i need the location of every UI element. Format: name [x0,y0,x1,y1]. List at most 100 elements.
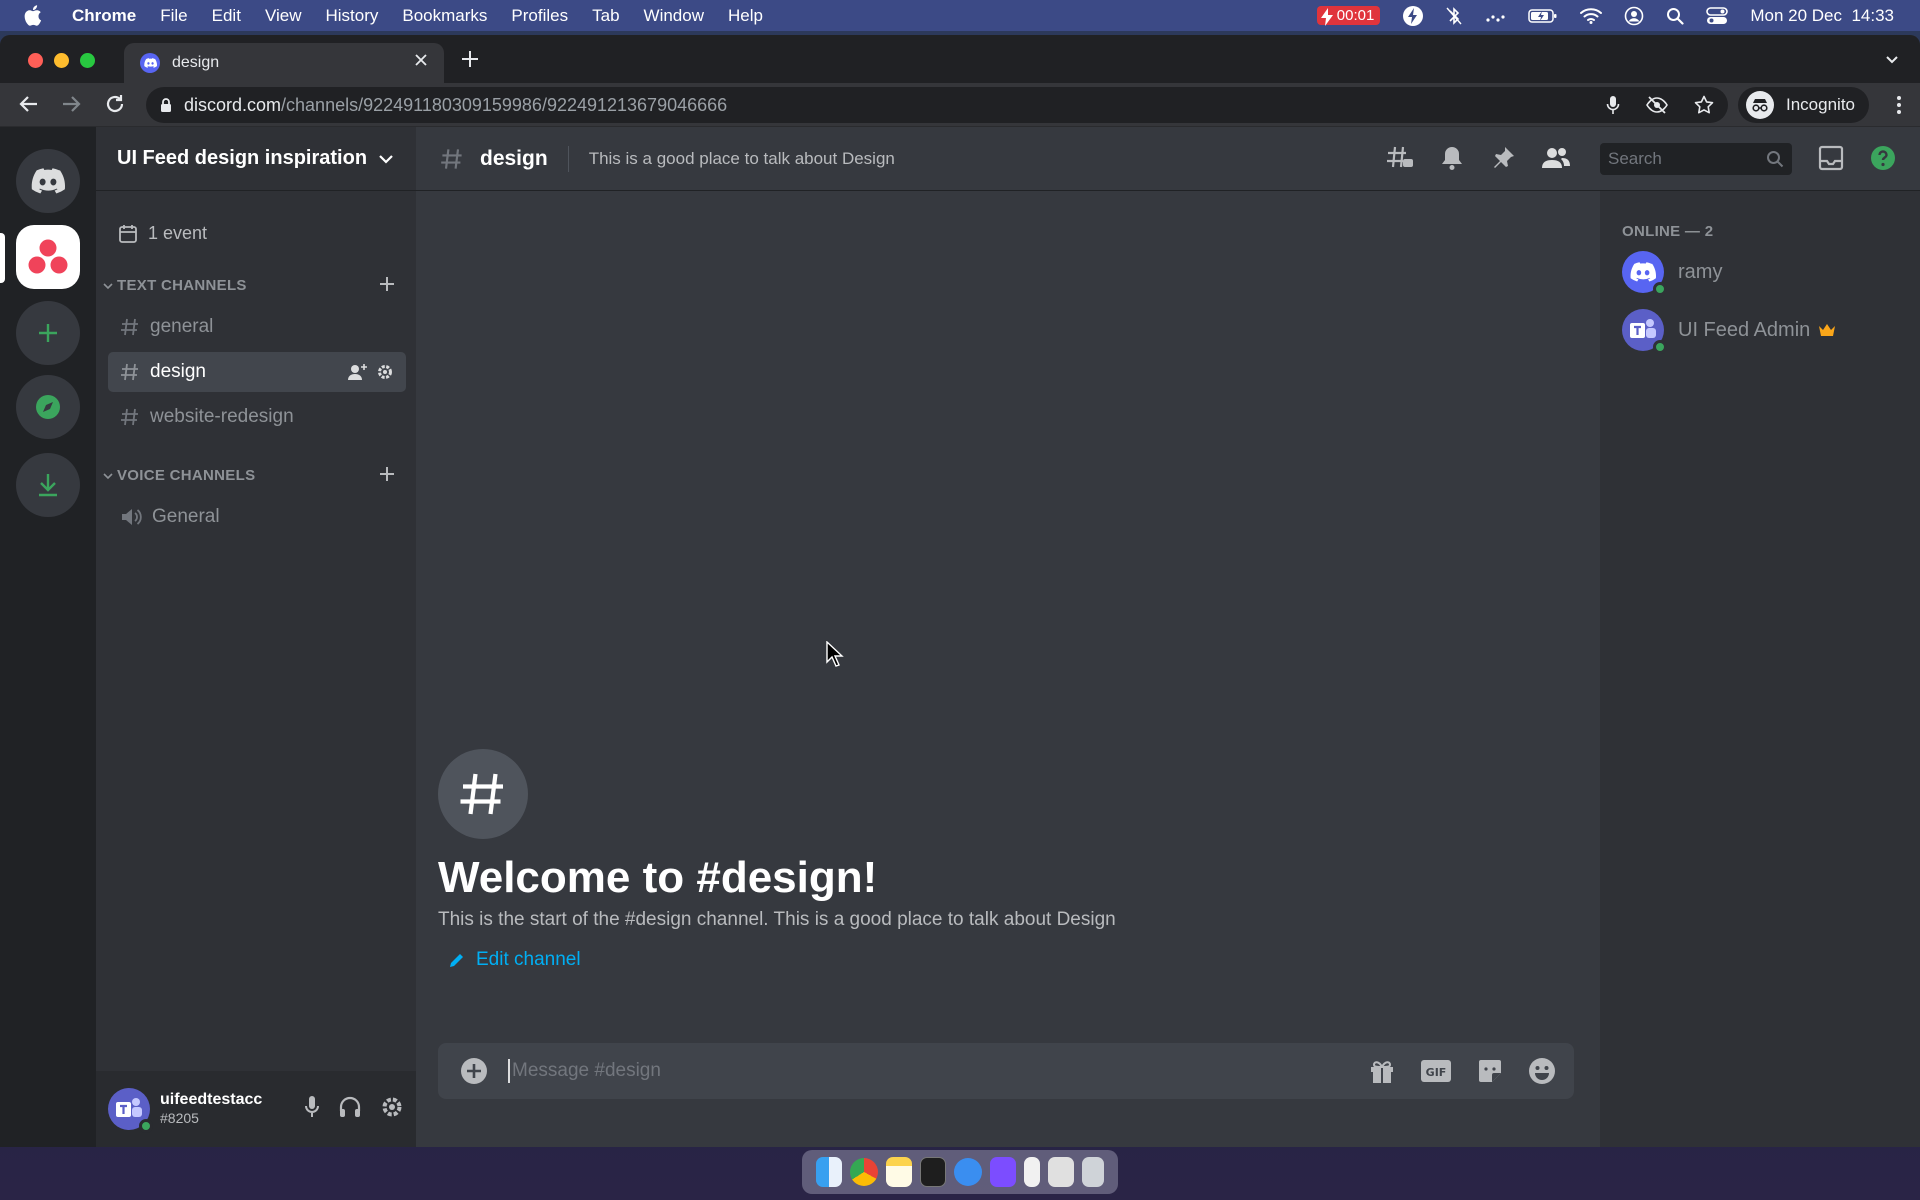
clock[interactable]: Mon 20 Dec 14:33 [1750,6,1894,26]
minimize-window-button[interactable] [54,53,69,68]
menu-window[interactable]: Window [644,6,704,26]
close-tab-icon[interactable] [414,53,428,67]
document-icon[interactable] [1024,1157,1040,1187]
threads-icon[interactable] [1386,145,1414,171]
pin-icon[interactable] [1490,145,1516,171]
voice-channel-general[interactable]: General [108,497,406,537]
menu-file[interactable]: File [160,6,187,26]
recording-indicator[interactable]: 00:01 [1316,6,1381,26]
address-bar[interactable]: discord.com/channels/922491180309159986/… [146,87,1728,123]
menu-help[interactable]: Help [728,6,763,26]
message-input[interactable]: Message #design [508,1059,661,1083]
tab-search-chevron-icon[interactable] [1884,51,1900,67]
menu-bookmarks[interactable]: Bookmarks [402,6,487,26]
download-apps-button[interactable] [16,453,80,517]
control-center-icon[interactable] [1706,6,1729,25]
channel-design[interactable]: design [108,352,406,392]
sticker-icon[interactable] [1476,1057,1504,1085]
eye-off-icon[interactable] [1646,95,1668,115]
menu-bar: Chrome File Edit View History Bookmarks … [0,0,1920,31]
menu-view[interactable]: View [265,6,302,26]
channel-website-redesign[interactable]: website-redesign [108,397,406,437]
gear-icon[interactable] [380,1095,404,1119]
server-ui-feed[interactable] [16,225,80,289]
category-label: TEXT CHANNELS [117,277,247,294]
reload-icon[interactable] [104,93,126,115]
chrome-icon[interactable] [850,1158,878,1186]
apple-icon[interactable] [24,5,54,26]
gif-icon[interactable]: GIF [1420,1057,1452,1085]
create-channel-plus-icon[interactable] [378,465,396,483]
message-composer[interactable]: Message #design GIF [438,1043,1574,1099]
browser-menu-icon[interactable] [1896,95,1902,115]
help-icon[interactable] [1870,145,1896,171]
search-input[interactable]: Search [1600,143,1792,175]
channel-general[interactable]: general [108,307,406,347]
bell-icon[interactable] [1440,145,1464,171]
forward-icon[interactable] [60,93,82,115]
bluetooth-off-icon[interactable] [1446,6,1462,26]
terminal-icon[interactable] [920,1157,946,1187]
lightning-icon [1320,8,1333,26]
avatar[interactable] [108,1088,153,1133]
wifi-icon[interactable] [1580,7,1603,24]
pencil-icon [450,954,463,967]
svg-text:GIF: GIF [1426,1066,1447,1079]
category-label: VOICE CHANNELS [117,467,256,484]
microphone-icon[interactable] [304,1095,320,1119]
user-circle-icon[interactable] [1624,6,1644,26]
back-icon[interactable] [18,93,40,115]
microphone-icon[interactable] [1606,95,1620,115]
dots-icon[interactable] [1484,8,1506,24]
online-status-dot [139,1119,153,1133]
app-icon[interactable] [1048,1157,1074,1187]
menu-history[interactable]: History [325,6,378,26]
welcome-title: Welcome to #design! [438,853,878,902]
channel-topic[interactable]: This is a good place to talk about Desig… [589,149,895,169]
app-icon[interactable] [990,1157,1016,1187]
menu-app-name[interactable]: Chrome [72,6,136,26]
channel-name: general [150,316,214,337]
browser-toolbar: discord.com/channels/922491180309159986/… [0,83,1920,127]
close-window-button[interactable] [28,53,43,68]
text-channels-category[interactable]: TEXT CHANNELS [102,277,394,294]
voice-channels-category[interactable]: VOICE CHANNELS [102,467,394,484]
lock-icon[interactable] [160,97,172,113]
gear-icon[interactable] [376,363,394,381]
finder-icon[interactable] [816,1157,842,1187]
menu-edit[interactable]: Edit [212,6,241,26]
home-button[interactable] [16,149,80,213]
incognito-profile-button[interactable]: Incognito [1738,87,1869,123]
members-icon[interactable] [1542,146,1570,170]
url-path: /channels/922491180309159986/92249121367… [281,94,728,115]
menu-profiles[interactable]: Profiles [511,6,568,26]
battery-icon[interactable] [1528,8,1558,24]
safari-icon[interactable] [954,1158,982,1186]
create-channel-plus-icon[interactable] [378,275,396,293]
zoom-window-button[interactable] [80,53,95,68]
member-item[interactable]: ramy [1622,251,1722,296]
events-button[interactable]: 1 event [118,223,207,244]
new-tab-icon[interactable] [460,49,480,69]
spotlight-search-icon[interactable] [1666,7,1684,25]
username: uifeedtestacc [160,1091,263,1108]
gift-icon[interactable] [1368,1057,1396,1085]
browser-tab[interactable]: design [124,43,444,83]
member-item[interactable]: UI Feed Admin [1622,309,1836,354]
emoji-icon[interactable] [1528,1057,1556,1085]
discord-logo-icon [31,168,65,194]
edit-channel-link[interactable]: Edit channel [438,949,1116,971]
menu-tab[interactable]: Tab [592,6,619,26]
explore-servers-button[interactable] [16,375,80,439]
add-server-button[interactable] [16,301,80,365]
trash-icon[interactable] [1082,1157,1104,1187]
add-attachment-icon[interactable] [460,1057,488,1085]
hash-icon [121,318,138,336]
invite-user-icon[interactable] [348,363,368,381]
headphones-icon[interactable] [338,1095,362,1119]
inbox-icon[interactable] [1818,145,1844,171]
notes-icon[interactable] [886,1157,912,1187]
lightning-circle-icon[interactable] [1402,5,1424,27]
bookmark-star-icon[interactable] [1694,95,1714,115]
server-header[interactable]: UI Feed design inspiration [96,127,416,191]
